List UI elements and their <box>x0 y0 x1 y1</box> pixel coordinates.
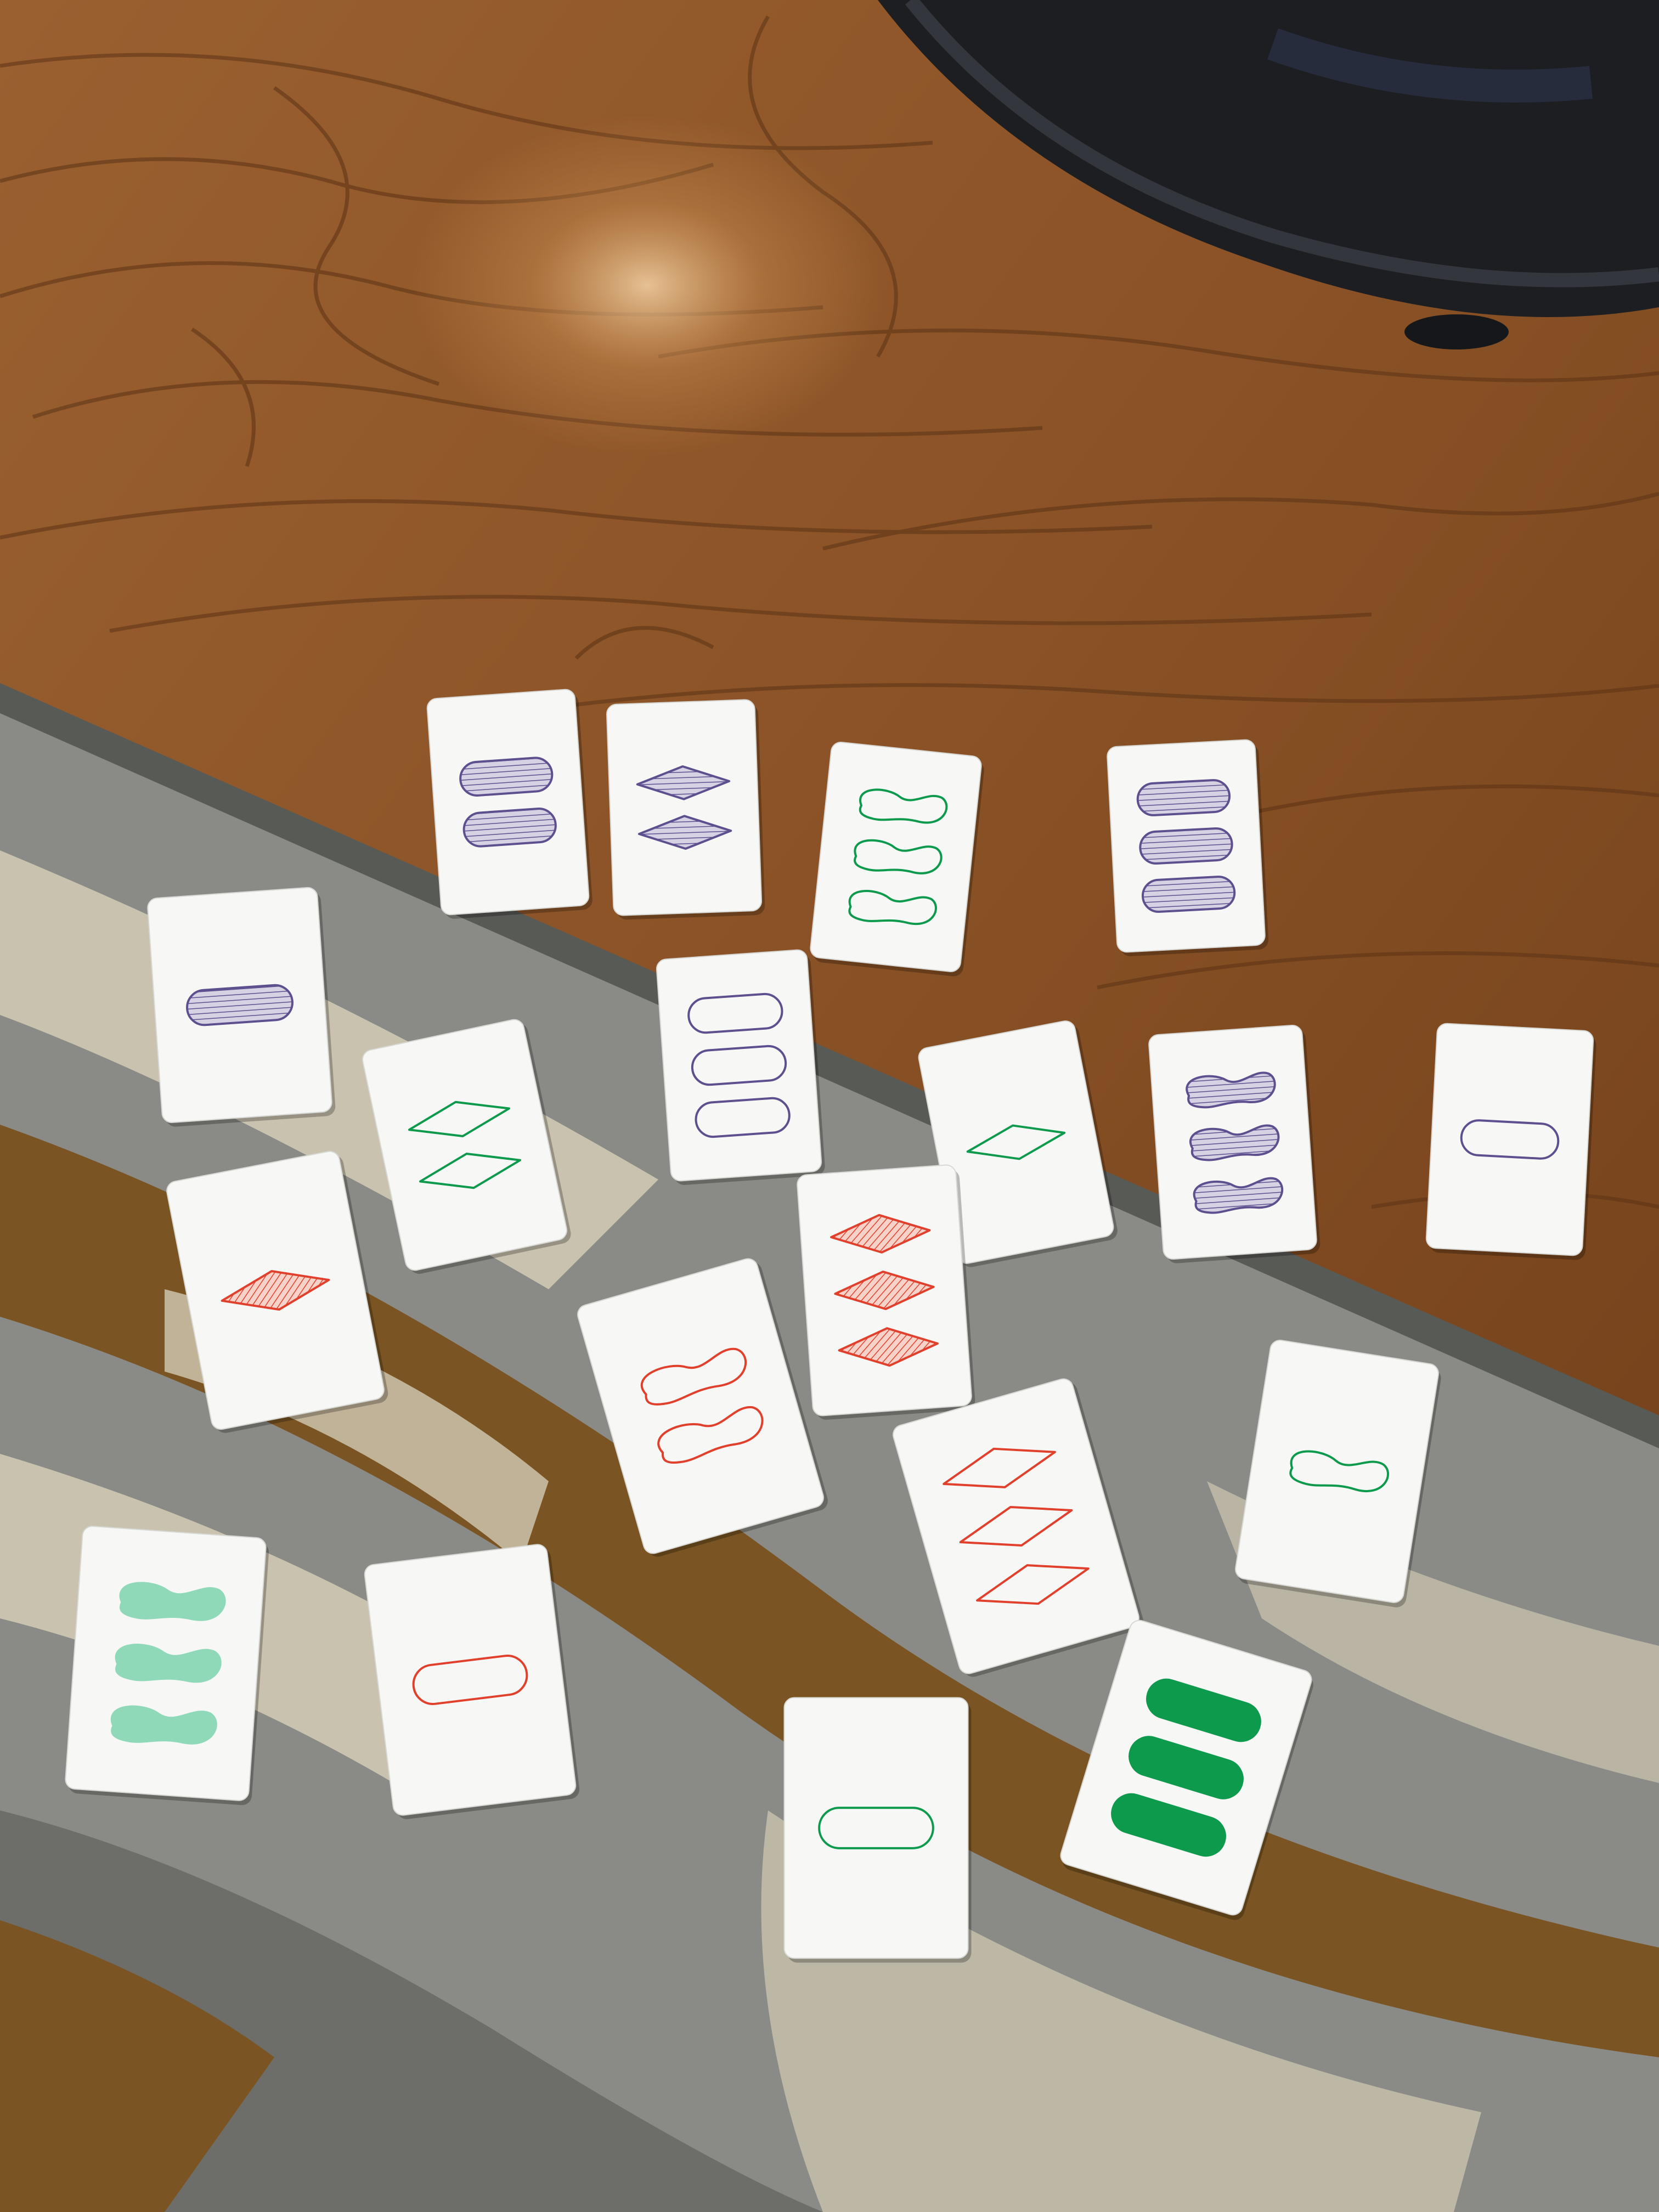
set-card-purple-1-oval-striped[interactable] <box>147 887 336 1127</box>
oval-symbol <box>462 808 557 848</box>
set-card-purple-1-oval-open[interactable] <box>1425 1023 1597 1261</box>
oval-symbol <box>459 757 554 797</box>
set-card-green-1-oval-open[interactable] <box>783 1697 972 1963</box>
card-face <box>606 699 763 916</box>
set-card-green-3-squiggle-open[interactable] <box>809 741 986 977</box>
card-face <box>810 741 982 973</box>
photo-scene <box>0 0 1659 2212</box>
oval-symbol <box>1141 876 1236 913</box>
card-face <box>783 1697 969 1959</box>
set-card-red-3-diamond-striped[interactable] <box>797 1164 976 1421</box>
card-face <box>426 689 590 916</box>
set-card-purple-3-oval-striped[interactable] <box>1107 739 1269 957</box>
set-card-purple-3-oval-open[interactable] <box>656 949 826 1186</box>
set-card-red-1-oval-open[interactable] <box>364 1543 580 1821</box>
set-card-purple-3-squiggle-striped[interactable] <box>1148 1024 1321 1264</box>
oval-symbol <box>1136 779 1231 816</box>
card-face <box>1425 1023 1594 1256</box>
oval-symbol <box>1139 827 1233 865</box>
set-card-purple-2-oval-striped[interactable] <box>426 689 593 919</box>
set-card-green-3-squiggle-solid[interactable] <box>65 1526 270 1806</box>
card-face <box>656 949 822 1182</box>
card-face <box>364 1544 577 1816</box>
oval-symbol <box>186 984 294 1026</box>
set-card-purple-2-diamond-striped[interactable] <box>606 699 765 920</box>
